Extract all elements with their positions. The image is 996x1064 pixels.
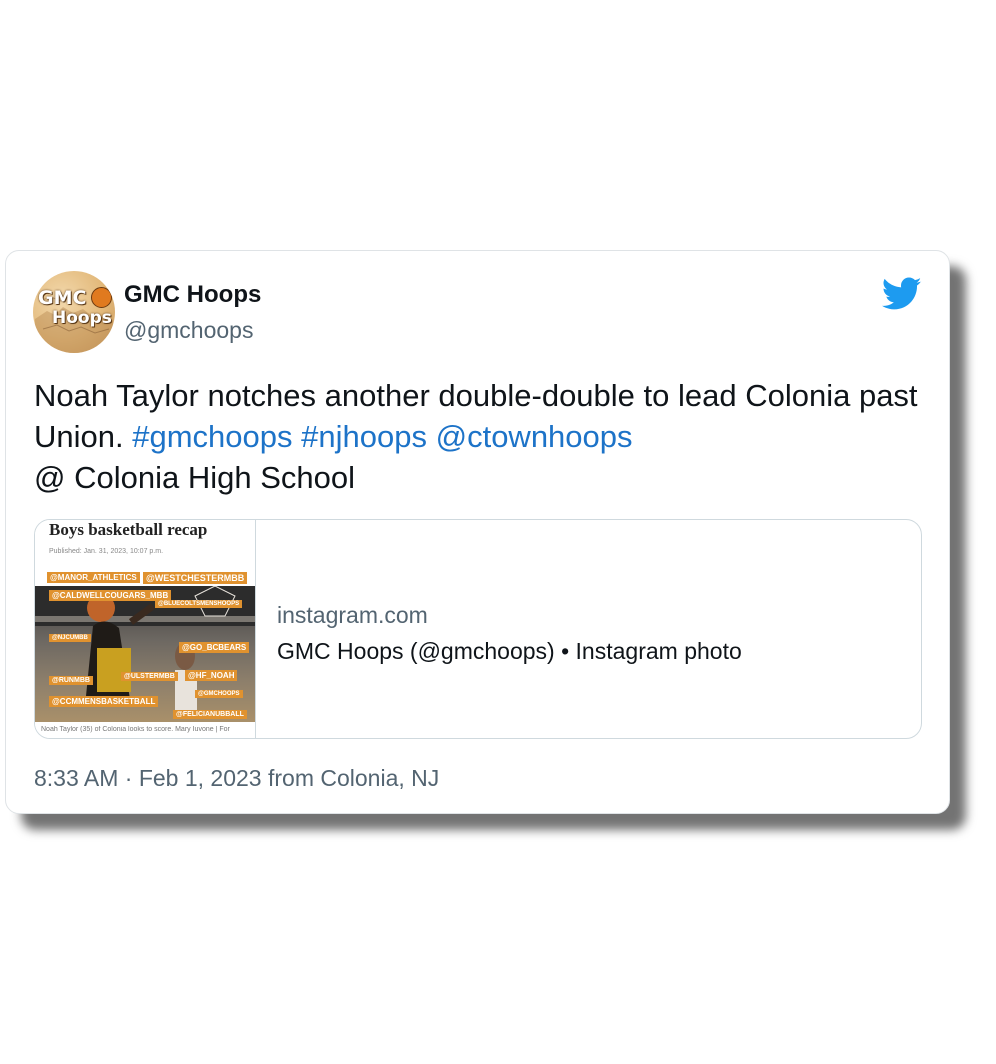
link-preview-title: GMC Hoops (@gmchoops) • Instagram photo xyxy=(277,638,742,664)
link-preview-thumbnail[interactable]: Boys basketball recap Published: Jan. 31… xyxy=(35,520,256,738)
tweet-location-text: @ Colonia High School xyxy=(34,460,355,495)
thumbnail-caption: Noah Taylor (35) of Colonia looks to sco… xyxy=(41,726,230,733)
hashtag-njhoops[interactable]: #njhoops xyxy=(301,419,427,454)
author-avatar[interactable]: GMC Hoops xyxy=(33,271,115,353)
thumbnail-published: Published: Jan. 31, 2023, 10:07 p.m. xyxy=(49,548,164,555)
link-preview-card[interactable]: Boys basketball recap Published: Jan. 31… xyxy=(34,519,922,739)
thumbnail-tag: @NJCUMBB xyxy=(49,634,91,642)
thumbnail-tag: @FELICIANUBBALL xyxy=(173,710,247,719)
thumbnail-tag: @RUNMBB xyxy=(49,676,93,685)
author-handle[interactable]: @gmchoops xyxy=(124,317,253,344)
author-name[interactable]: GMC Hoops xyxy=(124,281,261,309)
tweet-text: Noah Taylor notches another double-doubl… xyxy=(34,375,934,498)
thumbnail-tag: @GMCHOOPS xyxy=(195,690,243,698)
thumbnail-tag: @GO_BCBEARS xyxy=(179,642,250,653)
tweet-card: GMC Hoops GMC Hoops @gmchoops Noah Taylo… xyxy=(5,250,950,814)
tweet-timestamp[interactable]: 8:33 AM · Feb 1, 2023 from Colonia, NJ xyxy=(34,765,439,792)
thumbnail-tag: @CALDWELLCOUGARS_MBB xyxy=(49,590,172,601)
thumbnail-tag: @WESTCHESTERMBB xyxy=(143,572,248,584)
link-preview-domain: instagram.com xyxy=(277,602,428,628)
thumbnail-tag: @HF_NOAH xyxy=(185,670,238,681)
twitter-bird-icon[interactable] xyxy=(882,277,922,311)
avatar-text-gmc: GMC xyxy=(38,287,87,309)
avatar-text-hoops: Hoops xyxy=(52,308,112,328)
hashtag-gmchoops[interactable]: #gmchoops xyxy=(132,419,292,454)
thumbnail-title: Boys basketball recap xyxy=(49,520,208,539)
thumbnail-tag: @CCMMENSBASKETBALL xyxy=(49,696,159,707)
mention-ctownhoops[interactable]: @ctownhoops xyxy=(436,419,633,454)
basketball-icon xyxy=(91,287,112,308)
thumbnail-tag: @MANOR_ATHLETICS xyxy=(47,572,140,583)
thumbnail-tag: @ULSTERMBB xyxy=(121,672,178,681)
thumbnail-tag: @BLUECOLTSMENSHOOPS xyxy=(155,600,243,608)
